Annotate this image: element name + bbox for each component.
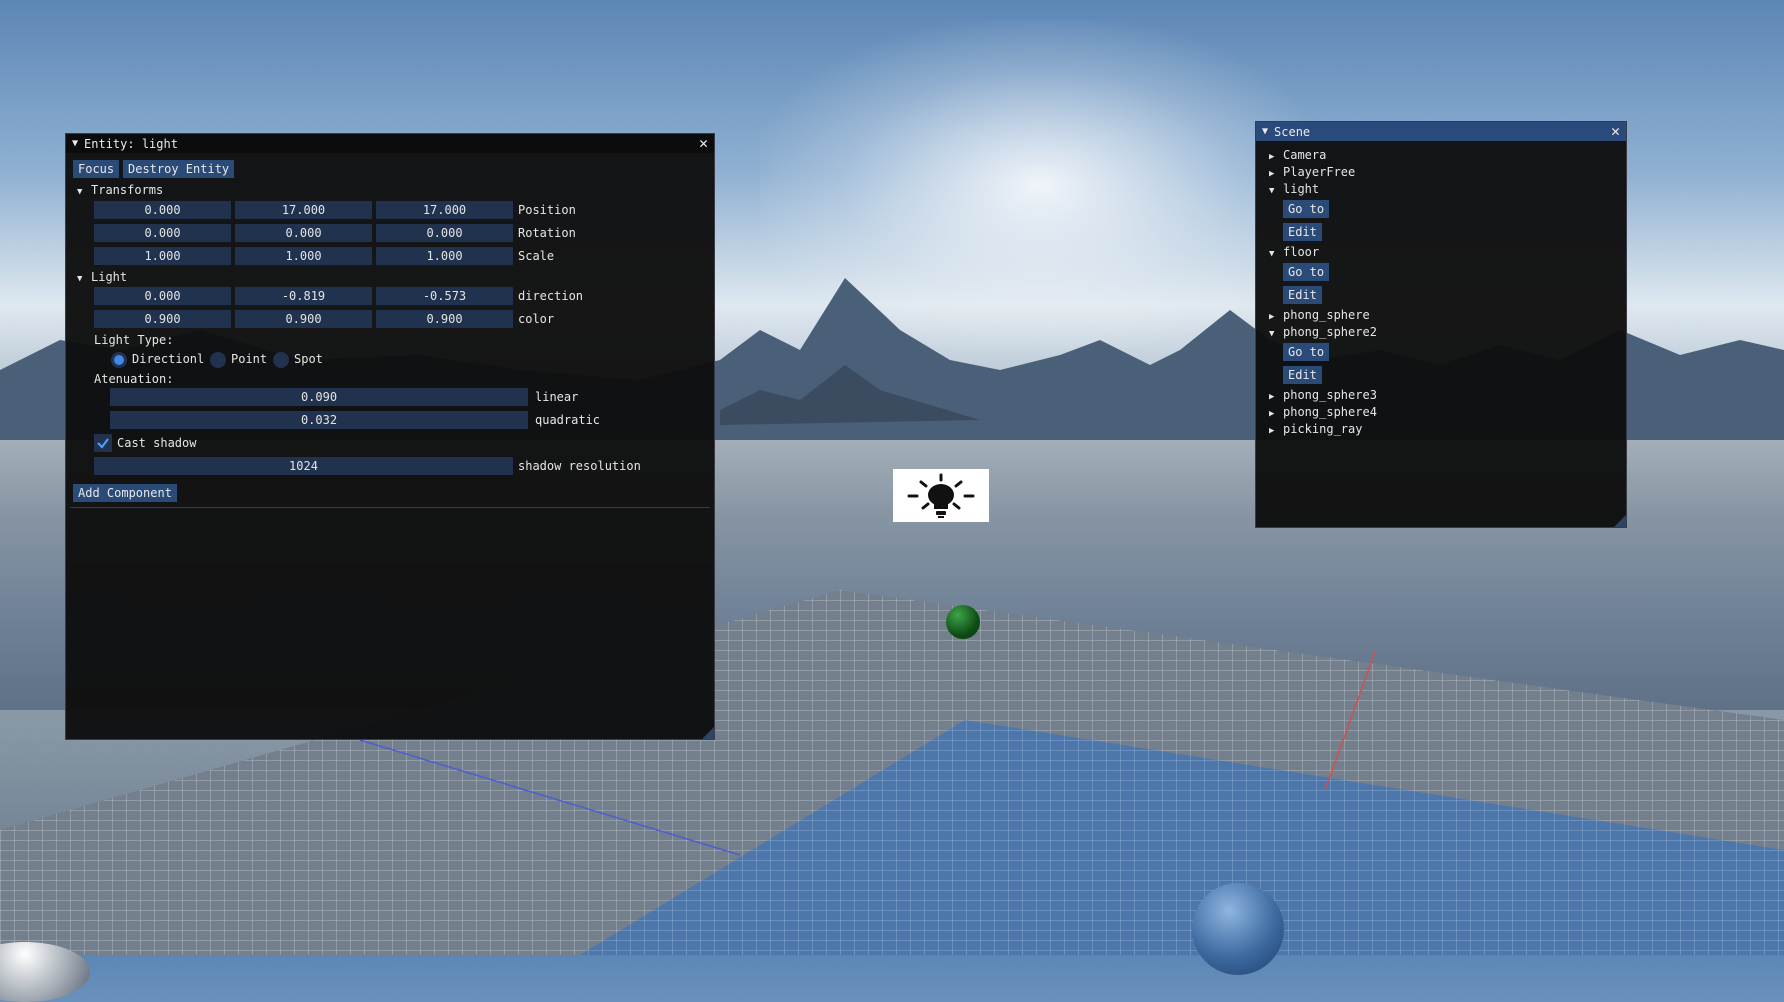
direction-y-field[interactable]: -0.819 (235, 287, 372, 305)
close-icon[interactable]: ✕ (1611, 124, 1620, 139)
linear-slider[interactable]: 0.090 (110, 388, 528, 406)
entity-window-titlebar[interactable]: ▼ Entity: light ✕ (66, 134, 714, 153)
scene-node-picking-ray[interactable]: ▶ picking_ray (1269, 421, 1362, 437)
entity-window[interactable]: ▼ Entity: light ✕ Focus Destroy Entity ▼… (65, 133, 715, 740)
triangle-right-icon: ▶ (1269, 409, 1275, 419)
radio-point[interactable] (210, 352, 226, 368)
floor-edit-button[interactable]: Edit (1283, 286, 1322, 304)
scale-z-field[interactable]: 1.000 (376, 247, 513, 265)
shadow-resolution-field[interactable]: 1024 (94, 457, 513, 475)
color-label: color (518, 312, 555, 326)
scene-node-phong-sphere4[interactable]: ▶ phong_sphere4 (1269, 404, 1377, 420)
scene-node-phong-sphere3[interactable]: ▶ phong_sphere3 (1269, 387, 1377, 403)
color-b-field[interactable]: 0.900 (376, 310, 513, 328)
shadow-resolution-label: shadow resolution (518, 459, 641, 473)
triangle-right-icon: ▶ (1269, 169, 1275, 179)
radio-spot[interactable] (273, 352, 289, 368)
close-icon[interactable]: ✕ (699, 136, 708, 151)
scene-node-camera[interactable]: ▶ Camera (1269, 147, 1326, 163)
rotation-y-field[interactable]: 0.000 (235, 224, 372, 242)
floor-go-to-button[interactable]: Go to (1283, 263, 1330, 281)
scene-node-playerfree[interactable]: ▶ PlayerFree (1269, 164, 1355, 180)
position-y-field[interactable]: 17.000 (235, 201, 372, 219)
direction-x-field[interactable]: 0.000 (94, 287, 231, 305)
scene-window[interactable]: ▼ Scene ✕ ▶ Camera ▶ PlayerFree ▼ light Go … (1255, 121, 1627, 528)
cast-shadow-label: Cast shadow (117, 436, 197, 450)
focus-button[interactable]: Focus (73, 160, 120, 178)
destroy-entity-button[interactable]: Destroy Entity (123, 160, 235, 178)
color-r-field[interactable]: 0.900 (94, 310, 231, 328)
triangle-down-icon: ▼ (77, 274, 83, 284)
entity-window-title: Entity: light (84, 136, 178, 151)
scale-label: Scale (518, 249, 555, 263)
scene-node-light[interactable]: ▼ light (1269, 181, 1319, 197)
light-type-label: Light Type: (94, 333, 174, 347)
scene-node-phong-sphere2[interactable]: ▼ phong_sphere2 (1269, 324, 1377, 340)
light-header[interactable]: ▼ Light (77, 269, 127, 285)
position-label: Position (518, 203, 576, 217)
triangle-down-icon: ▼ (1269, 249, 1275, 259)
color-g-field[interactable]: 0.900 (235, 310, 372, 328)
direction-z-field[interactable]: -0.573 (376, 287, 513, 305)
scale-x-field[interactable]: 1.000 (94, 247, 231, 265)
triangle-right-icon: ▶ (1269, 392, 1275, 402)
add-component-button[interactable]: Add Component (73, 484, 177, 502)
attenuation-label: Atenuation: (94, 372, 174, 386)
triangle-right-icon: ▶ (1269, 426, 1275, 436)
scene-window-titlebar[interactable]: ▼ Scene ✕ (1256, 122, 1626, 141)
quadratic-slider[interactable]: 0.032 (110, 411, 528, 429)
triangle-down-icon: ▼ (77, 187, 83, 197)
linear-label: linear (535, 390, 579, 404)
rotation-x-field[interactable]: 0.000 (94, 224, 231, 242)
triangle-down-icon[interactable]: ▼ (72, 138, 78, 149)
lightbulb-icon[interactable] (893, 469, 989, 522)
quadratic-label: quadratic (535, 413, 601, 427)
cast-shadow-checkbox[interactable] (94, 434, 112, 452)
blue-sphere[interactable] (1192, 883, 1284, 975)
rotation-z-field[interactable]: 0.000 (376, 224, 513, 242)
position-x-field[interactable]: 0.000 (94, 201, 231, 219)
green-sphere[interactable] (946, 605, 980, 639)
light-type-radio-group: Directionl Point Spot (66, 350, 714, 368)
transforms-header[interactable]: ▼ Transforms (77, 182, 163, 198)
triangle-down-icon: ▼ (1269, 329, 1275, 339)
position-z-field[interactable]: 17.000 (376, 201, 513, 219)
direction-label: direction (518, 289, 584, 303)
scene-node-floor[interactable]: ▼ floor (1269, 244, 1319, 260)
separator (70, 507, 710, 508)
radio-spot-label: Spot (294, 352, 323, 366)
scene-window-title: Scene (1274, 124, 1311, 139)
light-edit-button[interactable]: Edit (1283, 223, 1322, 241)
triangle-down-icon: ▼ (1269, 186, 1275, 196)
radio-point-label: Point (231, 352, 268, 366)
phong-sphere2-go-to-button[interactable]: Go to (1283, 343, 1330, 361)
resize-grip[interactable] (1614, 515, 1626, 527)
triangle-down-icon[interactable]: ▼ (1262, 126, 1268, 137)
radio-directional[interactable] (111, 352, 127, 368)
radio-directional-label: Directionl (132, 352, 205, 366)
scale-y-field[interactable]: 1.000 (235, 247, 372, 265)
resize-grip[interactable] (702, 727, 714, 739)
checkmark-icon (97, 438, 109, 449)
triangle-right-icon: ▶ (1269, 152, 1275, 162)
rotation-label: Rotation (518, 226, 576, 240)
triangle-right-icon: ▶ (1269, 312, 1275, 322)
light-go-to-button[interactable]: Go to (1283, 200, 1330, 218)
phong-sphere2-edit-button[interactable]: Edit (1283, 366, 1322, 384)
scene-node-phong-sphere[interactable]: ▶ phong_sphere (1269, 307, 1370, 323)
